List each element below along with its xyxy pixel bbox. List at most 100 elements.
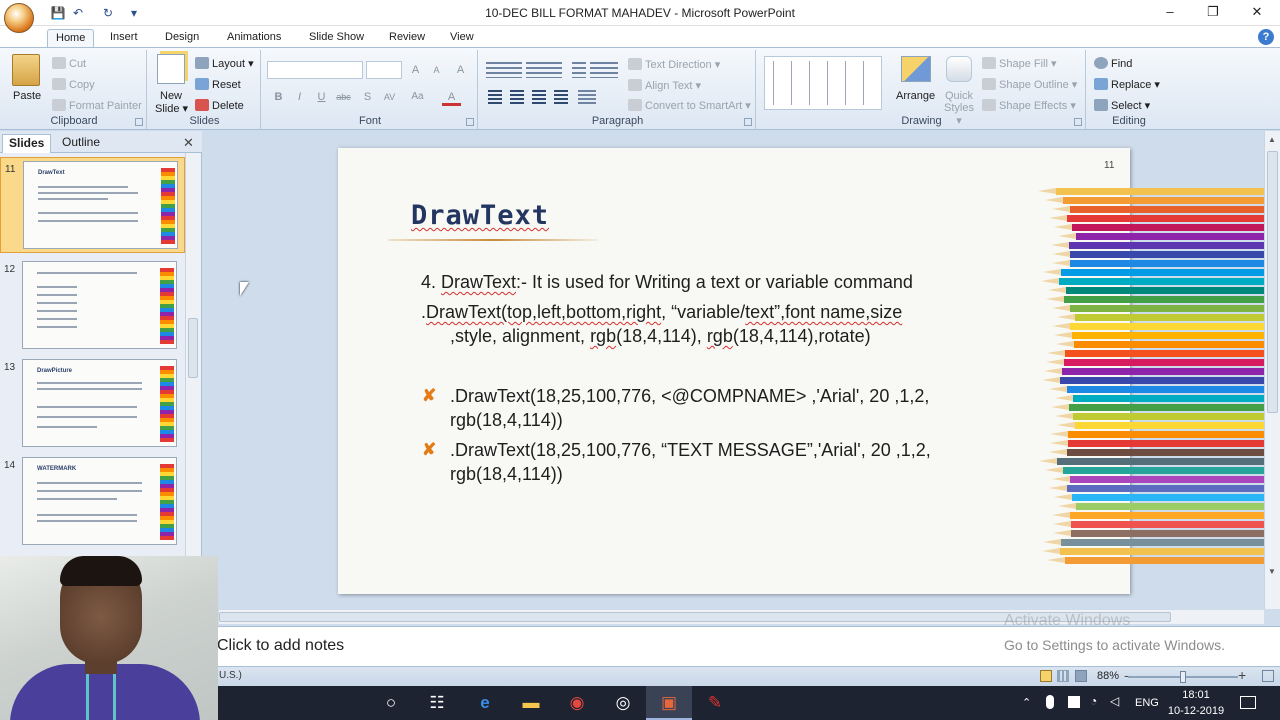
- find-button[interactable]: Find: [1094, 57, 1132, 70]
- align-text-button[interactable]: Align Text ▾: [628, 79, 701, 92]
- app-icon[interactable]: ◎: [600, 686, 646, 720]
- format-painter-button[interactable]: Format Painter: [52, 99, 142, 112]
- customize-qat-icon[interactable]: ▾: [126, 5, 142, 21]
- zoom-slider[interactable]: [1128, 671, 1238, 683]
- edge-icon[interactable]: e: [462, 686, 508, 720]
- align-right-icon[interactable]: [532, 90, 546, 104]
- change-case-button[interactable]: Aa: [408, 88, 427, 106]
- restore-button[interactable]: ❐: [1191, 0, 1235, 26]
- underline-button[interactable]: U: [312, 88, 331, 106]
- tab-home[interactable]: Home: [47, 29, 95, 48]
- numbering-icon[interactable]: [526, 62, 562, 78]
- layout-button[interactable]: Layout ▾: [195, 57, 254, 70]
- align-center-icon[interactable]: [510, 90, 524, 104]
- font-size-combo[interactable]: [366, 61, 402, 79]
- zoom-level[interactable]: 88%: [1097, 670, 1119, 682]
- columns-icon[interactable]: [578, 90, 596, 104]
- tab-insert[interactable]: Insert: [102, 29, 146, 48]
- panel-scroll-thumb[interactable]: [188, 318, 198, 378]
- tab-slides[interactable]: Slides: [2, 134, 52, 153]
- tab-view[interactable]: View: [442, 29, 482, 48]
- powerpoint-taskbar-icon[interactable]: ▣: [646, 686, 692, 720]
- save-icon[interactable]: 💾: [50, 5, 66, 21]
- reset-button[interactable]: Reset: [195, 78, 241, 91]
- paragraph-launcher-icon[interactable]: [744, 118, 752, 126]
- task-view-icon[interactable]: ☷: [414, 686, 460, 720]
- tab-design[interactable]: Design: [157, 29, 207, 48]
- slide-thumbnail[interactable]: 13 DrawPicture: [0, 356, 185, 452]
- slide-title[interactable]: DrawText: [411, 200, 549, 231]
- vertical-scroll-thumb[interactable]: [1267, 151, 1278, 413]
- shape-fill-button[interactable]: Shape Fill ▾: [982, 57, 1057, 70]
- char-spacing-button[interactable]: AV: [380, 88, 399, 106]
- volume-icon[interactable]: ◁: [1110, 694, 1119, 708]
- scroll-up-icon[interactable]: ▲: [1268, 135, 1276, 144]
- bold-button[interactable]: B: [269, 88, 288, 106]
- clock-time[interactable]: 18:01: [1172, 689, 1220, 701]
- line-spacing-icon[interactable]: [598, 62, 618, 78]
- undo-icon[interactable]: ↶: [70, 5, 86, 21]
- slide-thumbnail[interactable]: 14 WATERMARK: [0, 454, 185, 550]
- convert-smartart-button[interactable]: Convert to SmartArt ▾: [628, 99, 751, 112]
- bullets-icon[interactable]: [486, 62, 522, 78]
- language-status[interactable]: U.S.): [219, 670, 242, 681]
- file-explorer-icon[interactable]: ▬: [508, 686, 554, 720]
- chrome-icon[interactable]: ◉: [554, 686, 600, 720]
- shape-effects-button[interactable]: Shape Effects ▾: [982, 99, 1076, 112]
- shapes-gallery[interactable]: [764, 56, 882, 110]
- syntax-line-1[interactable]: .DrawText(top,left,bottom,right, “variab…: [421, 302, 902, 323]
- text-direction-button[interactable]: Text Direction ▾: [628, 58, 720, 71]
- help-icon[interactable]: ?: [1258, 29, 1274, 45]
- tab-slide-show[interactable]: Slide Show: [301, 29, 372, 48]
- font-name-combo[interactable]: [267, 61, 363, 79]
- cut-button[interactable]: Cut: [52, 57, 86, 70]
- new-slide-label-1[interactable]: New: [160, 90, 182, 102]
- shape-outline-button[interactable]: Shape Outline ▾: [982, 78, 1077, 91]
- strikethrough-button[interactable]: abc: [334, 88, 353, 106]
- microphone-icon[interactable]: [1046, 695, 1054, 709]
- justify-icon[interactable]: [554, 90, 568, 104]
- arrange-button[interactable]: Arrange: [896, 90, 935, 102]
- font-launcher-icon[interactable]: [466, 118, 474, 126]
- normal-view-icon[interactable]: [1040, 670, 1052, 682]
- battery-icon[interactable]: [1068, 696, 1080, 708]
- replace-button[interactable]: Replace ▾: [1094, 78, 1160, 91]
- cortana-icon[interactable]: ○: [368, 686, 414, 720]
- clear-formatting-button[interactable]: A: [451, 61, 470, 79]
- slide-thumbnail[interactable]: 11 DrawText: [0, 157, 185, 253]
- paste-button[interactable]: Paste: [13, 90, 41, 102]
- zoom-slider-thumb[interactable]: [1180, 671, 1186, 683]
- close-panel-icon[interactable]: ✕: [183, 135, 194, 151]
- redo-icon[interactable]: ↻: [100, 5, 116, 21]
- description-line-1[interactable]: 4. DrawText:- It is used for Writing a t…: [421, 272, 913, 293]
- input-language[interactable]: ENG: [1135, 697, 1159, 709]
- slide-thumbnail[interactable]: 12: [0, 258, 185, 354]
- italic-button[interactable]: I: [290, 88, 309, 106]
- tab-animations[interactable]: Animations: [219, 29, 289, 48]
- delete-button[interactable]: Delete: [195, 99, 244, 112]
- office-button[interactable]: [4, 3, 34, 33]
- slide-sorter-icon[interactable]: [1057, 670, 1069, 682]
- align-left-icon[interactable]: [488, 90, 502, 104]
- font-color-button[interactable]: A: [442, 88, 461, 106]
- minimize-button[interactable]: –: [1148, 0, 1192, 26]
- syntax-line-2[interactable]: ,style, alignment, rgb(18,4,114), rgb(18…: [450, 326, 871, 347]
- vertical-scrollbar[interactable]: ▲ ▼: [1264, 131, 1280, 609]
- panel-scrollbar[interactable]: [185, 153, 201, 557]
- clock-date[interactable]: 10-12-2019: [1166, 705, 1226, 717]
- tab-review[interactable]: Review: [381, 29, 433, 48]
- select-button[interactable]: Select ▾: [1094, 99, 1150, 112]
- copy-button[interactable]: Copy: [52, 78, 95, 91]
- tab-outline[interactable]: Outline: [56, 134, 106, 153]
- slideshow-view-icon[interactable]: [1075, 670, 1087, 682]
- scroll-down-icon[interactable]: ▼: [1268, 567, 1276, 576]
- slide-canvas[interactable]: 11 DrawText 4. DrawText:- It is used for…: [338, 148, 1130, 594]
- network-icon[interactable]: ◔: [1090, 694, 1097, 708]
- marg-icon[interactable]: ✎: [692, 686, 738, 720]
- clipboard-launcher-icon[interactable]: [135, 118, 143, 126]
- close-button[interactable]: ✕: [1235, 0, 1279, 26]
- new-slide-label-2[interactable]: Slide ▾: [155, 102, 188, 115]
- decrease-indent-icon[interactable]: [572, 62, 586, 78]
- drawing-launcher-icon[interactable]: [1074, 118, 1082, 126]
- action-center-icon[interactable]: [1240, 696, 1256, 709]
